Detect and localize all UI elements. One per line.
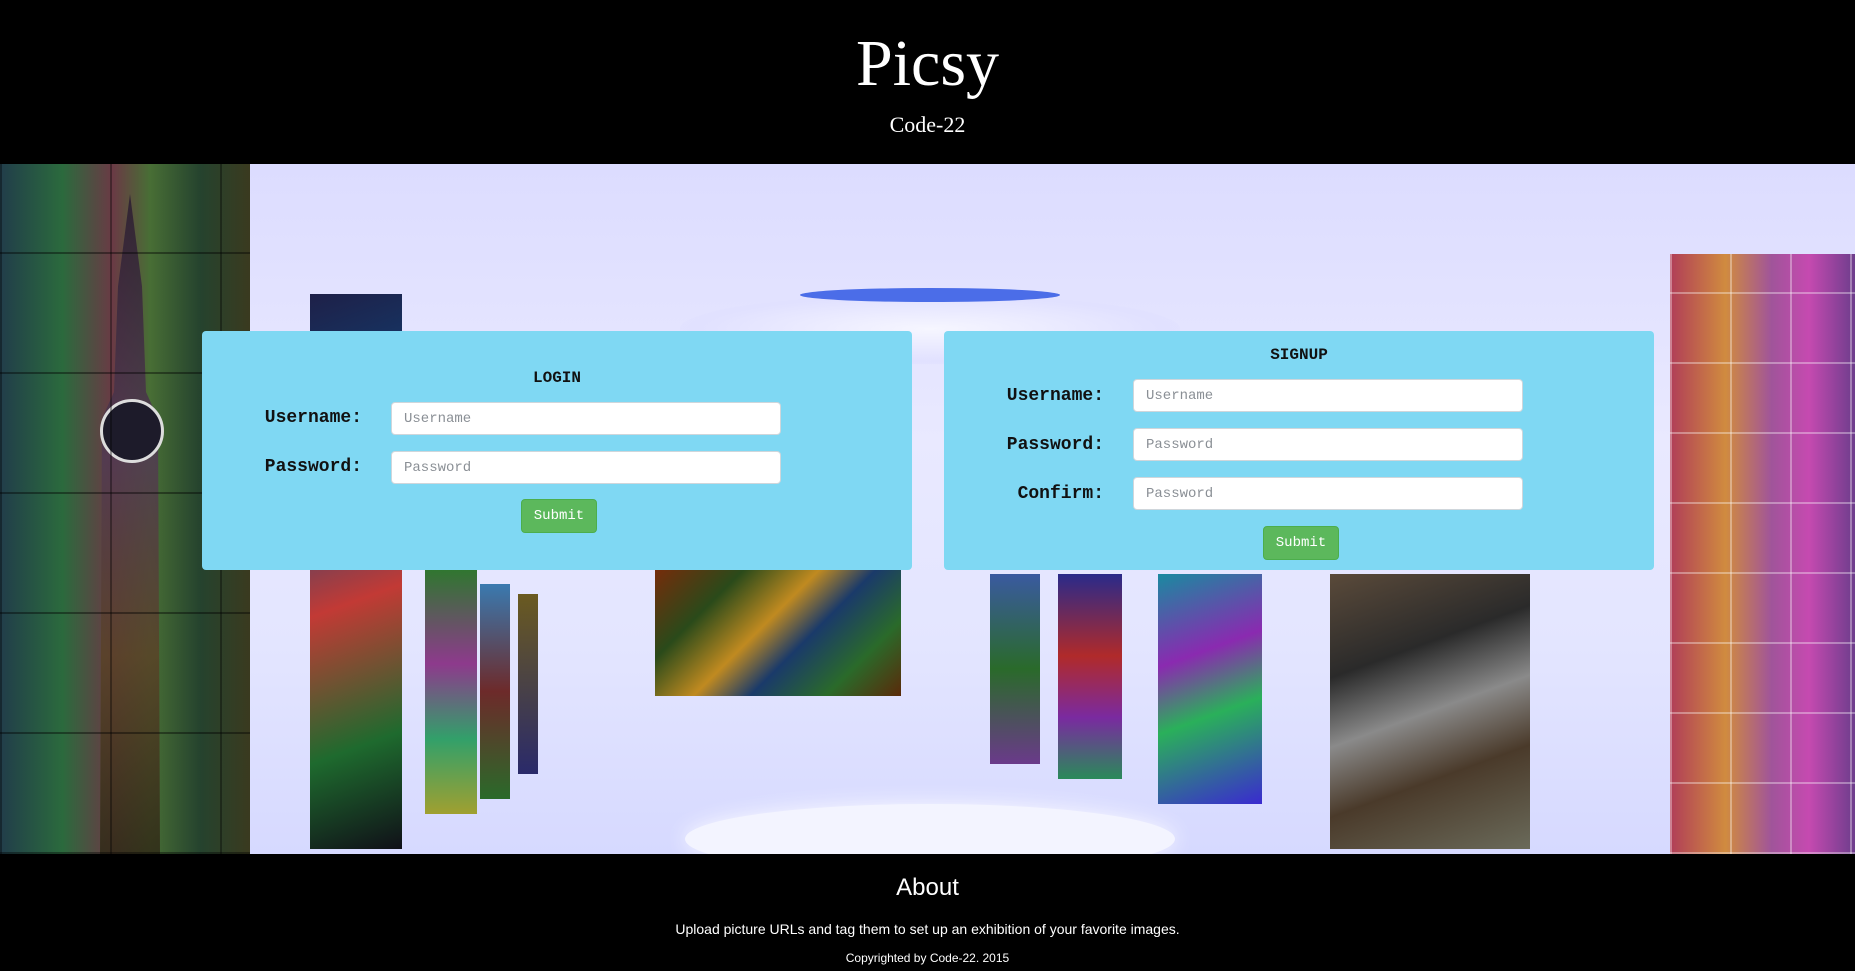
gallery-painting	[1158, 574, 1262, 804]
right-gallery-wall	[1670, 254, 1855, 854]
login-submit-button[interactable]: Submit	[521, 499, 597, 533]
gallery-painting	[1330, 574, 1530, 849]
gallery-painting	[425, 564, 477, 814]
signup-panel: SIGNUP Username: Password: Confirm: Subm…	[944, 331, 1654, 570]
signup-confirm-label: Confirm:	[1017, 484, 1104, 504]
gallery-painting	[655, 564, 901, 696]
about-heading: About	[896, 874, 959, 901]
signup-confirm-input[interactable]	[1133, 477, 1523, 510]
login-username-input[interactable]	[391, 402, 781, 435]
site-subtitle: Code-22	[889, 112, 966, 137]
copyright-text: Copyrighted by Code-22. 2015	[845, 951, 1010, 965]
signup-username-input[interactable]	[1133, 379, 1523, 412]
site-header: Picsy Code-22	[0, 0, 1855, 164]
login-username-label: Username:	[264, 408, 362, 428]
login-panel: LOGIN Username: Password: Submit	[202, 331, 912, 570]
login-password-label: Password:	[264, 457, 362, 477]
gallery-painting	[990, 574, 1040, 764]
signup-username-label: Username:	[1006, 386, 1104, 406]
login-password-input[interactable]	[391, 451, 781, 484]
gallery-painting	[518, 594, 538, 774]
site-title: Picsy	[855, 27, 1000, 100]
signup-submit-button[interactable]: Submit	[1263, 526, 1339, 560]
clock-tower-image	[100, 194, 160, 854]
about-text: Upload picture URLs and tag them to set …	[675, 921, 1180, 937]
signup-title: SIGNUP	[1270, 346, 1328, 364]
login-title: LOGIN	[532, 369, 581, 387]
signup-password-input[interactable]	[1133, 428, 1523, 461]
signup-password-label: Password:	[1006, 435, 1104, 455]
gallery-painting	[480, 584, 510, 799]
site-footer: About Upload picture URLs and tag them t…	[0, 854, 1855, 971]
gallery-painting	[1058, 574, 1122, 779]
ceiling-ring	[800, 288, 1060, 302]
clock-face	[100, 399, 164, 463]
